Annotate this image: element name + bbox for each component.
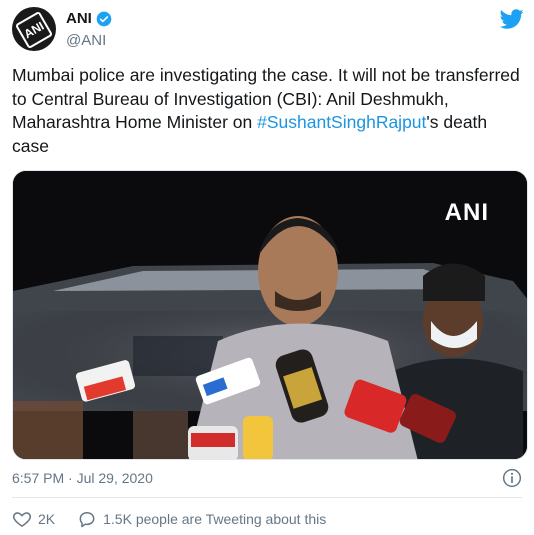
conversation-button[interactable]: 1.5K people are Tweeting about this (77, 509, 326, 529)
info-icon[interactable] (502, 468, 522, 488)
display-name-text: ANI (66, 10, 92, 27)
twitter-bird-icon[interactable] (500, 7, 524, 31)
ani-logo: ANI (14, 10, 54, 50)
verified-badge-icon (96, 11, 112, 26)
like-button[interactable]: 2K (12, 509, 55, 529)
tweet-text: Mumbai police are investigating the case… (12, 64, 520, 158)
reply-icon (79, 512, 95, 528)
author-info[interactable]: ANI @ANI (66, 10, 112, 49)
ani-watermark: ANI (444, 199, 489, 226)
tweeting-about-text: 1.5K people are Tweeting about this (103, 511, 327, 527)
heart-icon (13, 512, 31, 527)
tweet-actions: 2K 1.5K people are Tweeting about this (12, 509, 326, 529)
author-name[interactable]: ANI (66, 10, 112, 27)
hashtag-link[interactable]: #SushantSinghRajput (257, 112, 426, 132)
tweet-media-image[interactable]: ANI (12, 170, 528, 460)
tweet-timestamp[interactable]: 6:57 PM · Jul 29, 2020 (12, 470, 153, 486)
author-handle[interactable]: @ANI (66, 32, 112, 49)
like-count: 2K (38, 511, 56, 527)
avatar[interactable]: ANI (12, 7, 56, 51)
divider (12, 497, 522, 498)
tweet-header: ANI ANI @ANI (12, 7, 524, 53)
